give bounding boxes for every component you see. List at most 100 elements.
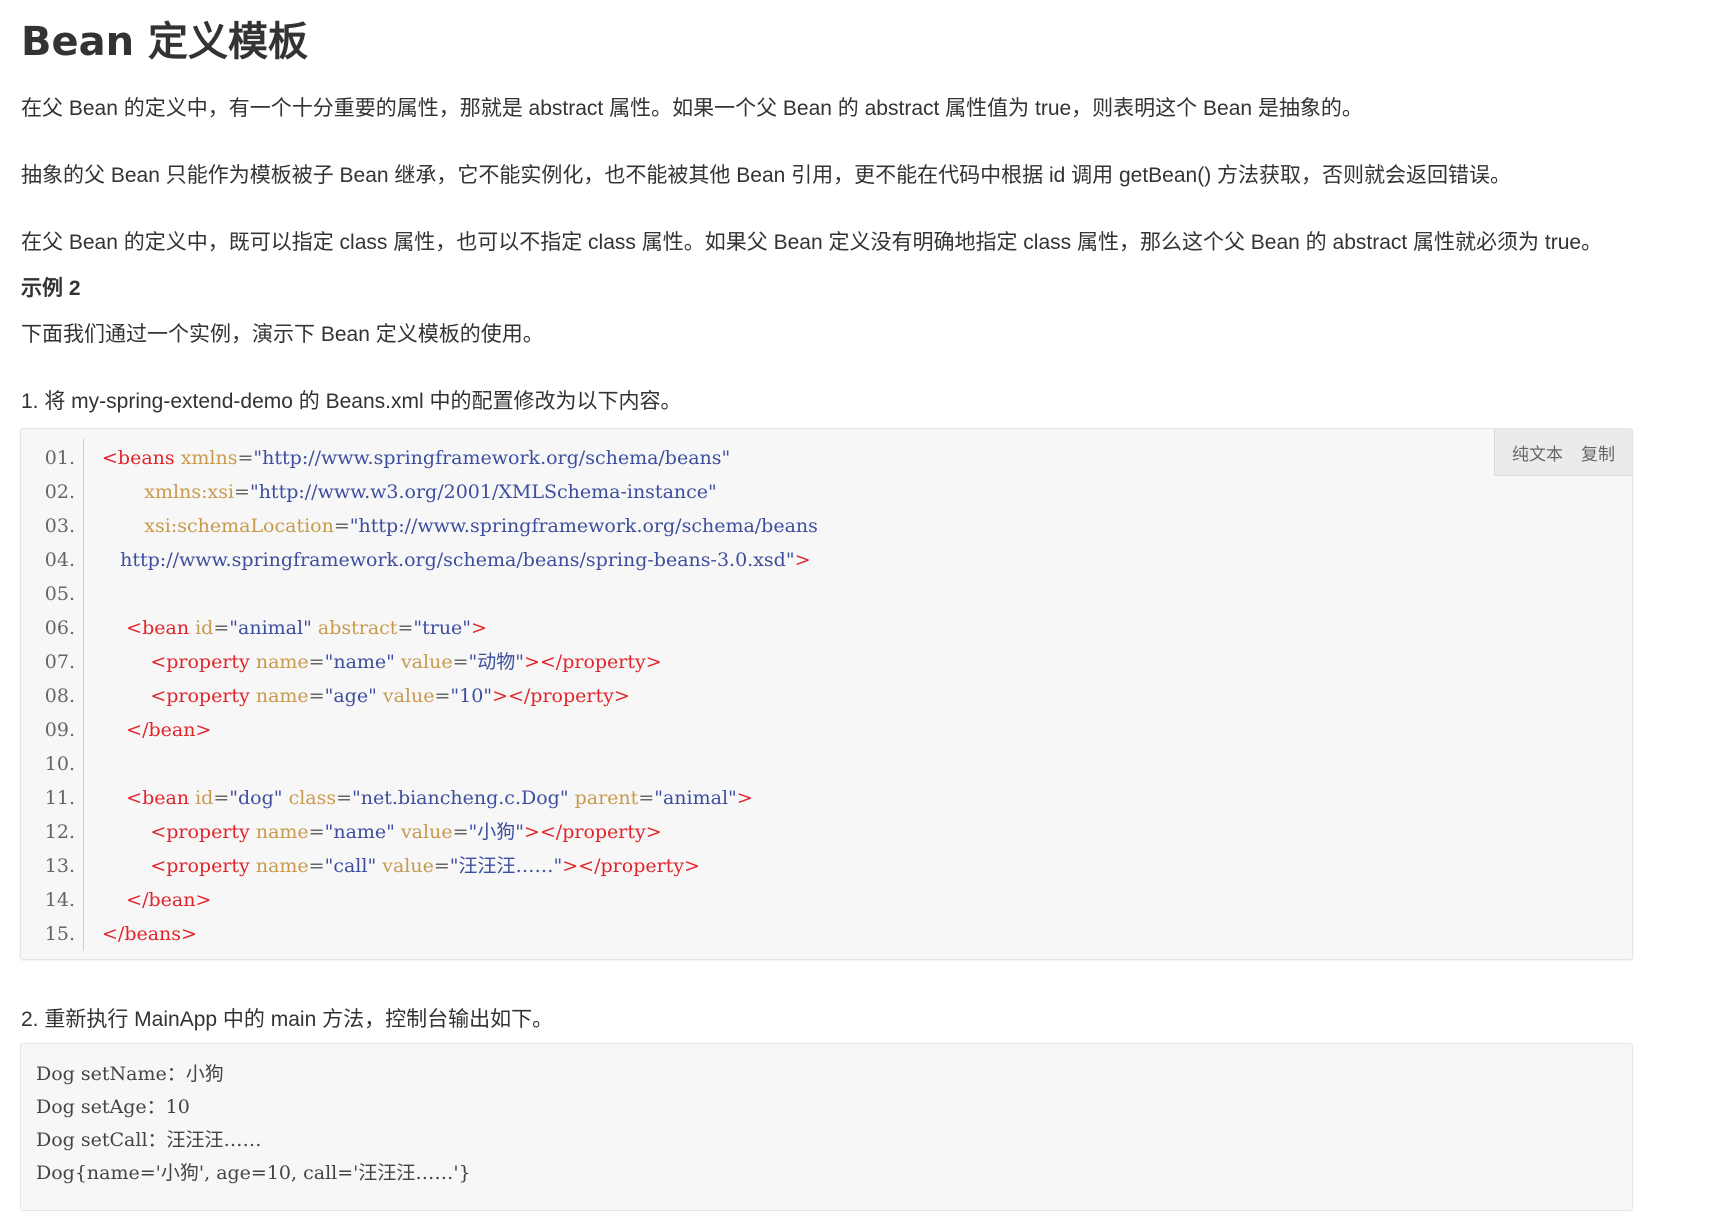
code-token: xmlns:xsi — [144, 481, 235, 503]
code-token: ></property> — [562, 855, 700, 877]
code-token: "name" — [324, 821, 401, 843]
code-token: "小狗" — [468, 821, 524, 843]
code-token: </bean> — [126, 889, 212, 911]
code-token: "call" — [324, 855, 383, 877]
code-token: = — [237, 447, 254, 469]
code-source: <property name="call" value="汪汪汪……"></pr… — [102, 849, 700, 883]
line-number: 10. — [44, 753, 75, 775]
code-token: "汪汪汪……" — [449, 855, 563, 877]
code-token: "animal" — [229, 617, 318, 639]
line-number: 04. — [44, 549, 75, 571]
code-token: = — [234, 481, 250, 503]
output-line: Dog setCall：汪汪汪…… — [36, 1129, 262, 1151]
plain-text-button[interactable]: 纯文本 — [1512, 440, 1563, 465]
code-block: 纯文本 复制 01. <beans xmlns="http://www.sprin… — [20, 428, 1633, 960]
code-token: = — [434, 685, 451, 707]
console-output-block: Dog setName：小狗 Dog setAge：10 Dog setCall… — [20, 1043, 1633, 1211]
code-token: id — [195, 617, 214, 639]
code-token: <beans — [102, 447, 181, 469]
code-token: value — [382, 855, 434, 877]
code-token: <bean — [126, 787, 196, 809]
code-toolbar: 纯文本 复制 — [1494, 429, 1632, 476]
line-number: 14. — [44, 889, 75, 911]
code-source: <property name="age" value="10"></proper… — [102, 679, 630, 713]
code-source: xmlns:xsi="http://www.w3.org/2001/XMLSch… — [102, 475, 717, 509]
line-number: 07. — [44, 651, 75, 673]
code-token: value — [400, 651, 453, 673]
output-line: Dog setAge：10 — [36, 1096, 190, 1118]
article: Bean 定义模板 在父 Bean 的定义中，有一个十分重要的属性，那就是 ab… — [0, 0, 1712, 1219]
code-source: <beans xmlns="http://www.springframework… — [102, 441, 730, 475]
code-token: abstract — [317, 617, 398, 639]
code-token: ></property> — [523, 821, 662, 843]
code-token: "dog" — [229, 787, 289, 809]
page-title: Bean 定义模板 — [21, 19, 309, 65]
code-token: > — [736, 787, 753, 809]
code-token: = — [213, 787, 230, 809]
step-1-text: 1. 将 my-spring-extend-demo 的 Beans.xml 中… — [21, 390, 682, 413]
line-number: 13. — [44, 855, 75, 877]
copy-button[interactable]: 复制 — [1581, 440, 1615, 465]
code-token: <bean — [126, 617, 196, 639]
code-token: "age" — [324, 685, 383, 707]
line-number: 15. — [44, 923, 75, 945]
code-source: http://www.springframework.org/schema/be… — [102, 543, 810, 577]
code-token: <property — [150, 821, 256, 843]
code-token: class — [288, 787, 337, 809]
code-token: xsi:schemaLocation — [144, 515, 334, 537]
line-number: 09. — [44, 719, 75, 741]
code-token: name — [255, 855, 309, 877]
code-token: = — [638, 787, 655, 809]
code-token: "animal" — [654, 787, 737, 809]
code-token: value — [382, 685, 435, 707]
code-source: <bean id="animal" abstract="true"> — [102, 611, 487, 645]
code-token: "net.biancheng.c.Dog" — [352, 787, 575, 809]
code-token: ></property> — [523, 651, 662, 673]
line-number: 01. — [44, 447, 75, 469]
code-token: "http://www.springframework.org/schema/b… — [349, 515, 818, 537]
line-number: 03. — [44, 515, 75, 537]
step-2-text: 2. 重新执行 MainApp 中的 main 方法，控制台输出如下。 — [21, 1008, 554, 1031]
code-token: "http://www.springframework.org/schema/b… — [253, 447, 731, 469]
code-source: </bean> — [102, 883, 211, 917]
code-token: = — [452, 651, 469, 673]
code-token: value — [400, 821, 453, 843]
line-number: 11. — [44, 787, 75, 809]
code-token: id — [195, 787, 214, 809]
code-source: <bean id="dog" class="net.biancheng.c.Do… — [102, 781, 753, 815]
code-token: "name" — [324, 651, 401, 673]
code-token: name — [255, 651, 309, 673]
code-token: = — [308, 651, 325, 673]
code-token: <property — [150, 855, 256, 877]
code-token: name — [255, 685, 309, 707]
code-token: "动物" — [468, 651, 524, 673]
code-token: = — [433, 855, 450, 877]
code-token: "true" — [413, 617, 472, 639]
paragraph-abstract-intro: 在父 Bean 的定义中，有一个十分重要的属性，那就是 abstract 属性。… — [21, 97, 1363, 120]
code-source: <property name="name" value="动物"></prope… — [102, 645, 662, 679]
code-token: ></property> — [492, 685, 630, 707]
code-source: <property name="name" value="小狗"></prope… — [102, 815, 662, 849]
code-token: = — [397, 617, 414, 639]
code-token: </bean> — [126, 719, 212, 741]
code-token: = — [308, 821, 325, 843]
line-number: 06. — [44, 617, 75, 639]
code-token: = — [308, 685, 325, 707]
code-token: "10" — [450, 685, 493, 707]
code-token: name — [255, 821, 309, 843]
code-token: > — [471, 617, 487, 639]
code-token: "http://www.w3.org/2001/XMLSchema-instan… — [249, 481, 717, 503]
code-token: <property — [150, 685, 256, 707]
code-token: = — [336, 787, 353, 809]
example-heading: 示例 2 — [21, 277, 81, 300]
code-token: = — [308, 855, 325, 877]
code-token: </beans> — [102, 923, 197, 945]
